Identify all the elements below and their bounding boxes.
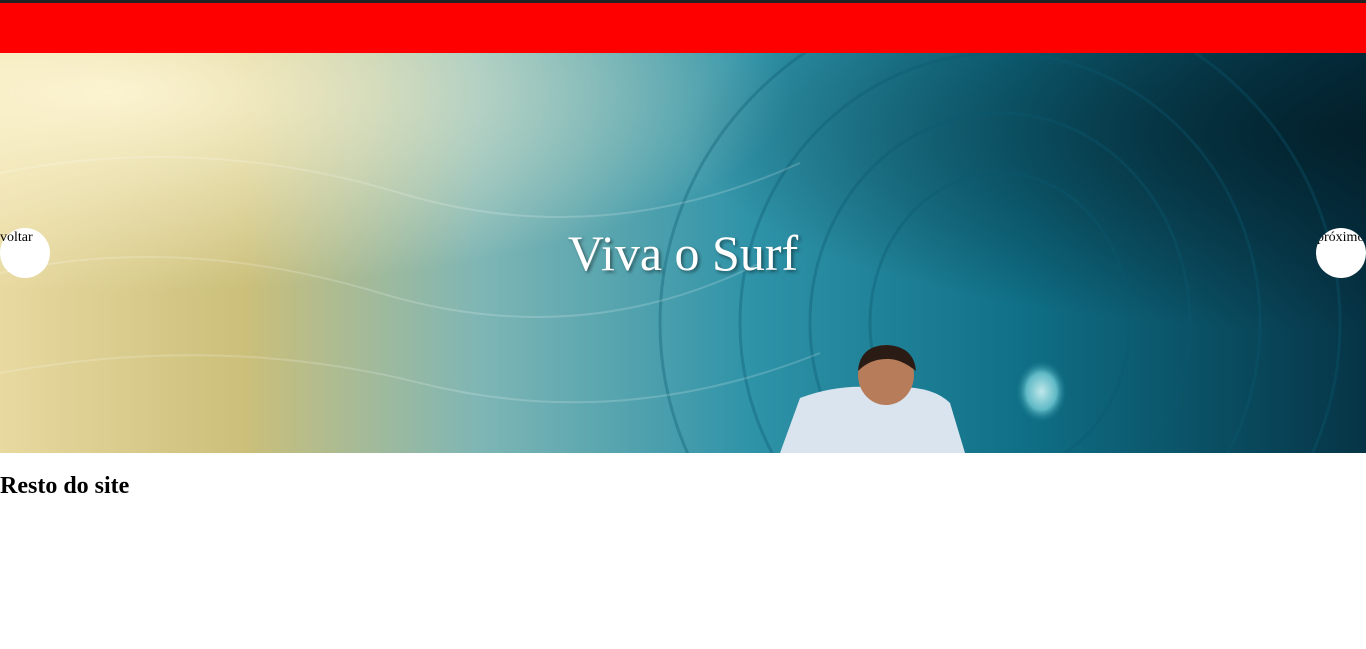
top-header-bar [0, 3, 1366, 53]
next-slide-button[interactable]: próximo [1316, 228, 1366, 278]
hero-title: Viva o Surf [567, 225, 799, 281]
next-slide-label: próximo [1317, 230, 1365, 245]
prev-slide-label: voltar [0, 230, 33, 245]
prev-slide-button[interactable]: voltar [0, 228, 50, 278]
section-title: Resto do site [0, 473, 130, 499]
hero-slider: Viva o Surf voltar próximo [0, 53, 1366, 453]
